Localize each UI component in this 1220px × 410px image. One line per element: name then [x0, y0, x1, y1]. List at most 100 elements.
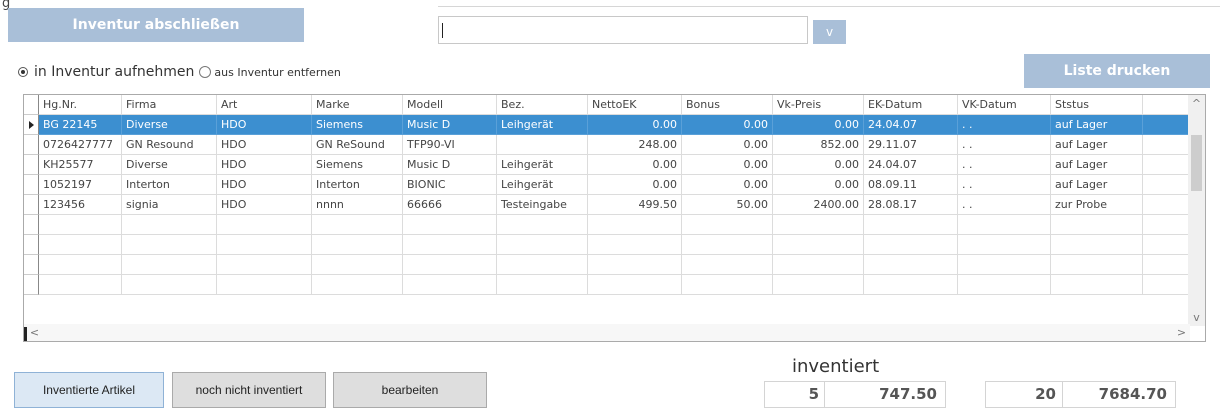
table-cell[interactable]: [773, 215, 864, 235]
table-cell[interactable]: Leihgerät: [497, 155, 588, 175]
table-cell[interactable]: 50.00: [682, 195, 773, 215]
horizontal-scroll-thumb[interactable]: [43, 328, 1153, 337]
horizontal-scrollbar[interactable]: < >: [24, 324, 1190, 341]
table-cell[interactable]: [122, 235, 217, 255]
table-cell[interactable]: 123456: [39, 195, 122, 215]
table-cell[interactable]: KH25577: [39, 155, 122, 175]
table-cell[interactable]: BG 22145: [39, 115, 122, 135]
table-cell[interactable]: GN ReSound: [312, 135, 403, 155]
table-cell[interactable]: TFP90-VI: [403, 135, 497, 155]
column-header[interactable]: Modell: [403, 95, 497, 115]
row-selector[interactable]: [24, 175, 39, 195]
column-header[interactable]: EK-Datum: [864, 95, 958, 115]
table-cell[interactable]: [217, 255, 312, 275]
table-cell[interactable]: . .: [958, 115, 1051, 135]
table-cell[interactable]: [39, 235, 122, 255]
selection-combo-input[interactable]: [438, 16, 808, 44]
table-cell[interactable]: [1051, 215, 1143, 235]
vertical-scroll-thumb[interactable]: [1191, 135, 1202, 191]
column-header[interactable]: Ststus: [1051, 95, 1143, 115]
table-cell[interactable]: Siemens: [312, 115, 403, 135]
table-cell[interactable]: 1052197: [39, 175, 122, 195]
table-cell[interactable]: . .: [958, 135, 1051, 155]
table-cell[interactable]: [122, 255, 217, 275]
table-cell[interactable]: [403, 275, 497, 295]
column-header[interactable]: Firma: [122, 95, 217, 115]
row-selector[interactable]: [24, 195, 39, 215]
table-cell[interactable]: auf Lager: [1051, 155, 1143, 175]
table-cell[interactable]: signia: [122, 195, 217, 215]
table-cell[interactable]: [682, 215, 773, 235]
table-cell[interactable]: [864, 275, 958, 295]
table-cell[interactable]: 499.50: [588, 195, 682, 215]
table-cell[interactable]: Leihgerät: [497, 115, 588, 135]
table-cell[interactable]: 248.00: [588, 135, 682, 155]
table-cell[interactable]: 0.00: [773, 175, 864, 195]
table-cell[interactable]: auf Lager: [1051, 115, 1143, 135]
column-header[interactable]: Vk-Preis: [773, 95, 864, 115]
table-cell[interactable]: [497, 215, 588, 235]
table-cell[interactable]: 0.00: [773, 155, 864, 175]
table-cell[interactable]: 66666: [403, 195, 497, 215]
table-cell[interactable]: [403, 255, 497, 275]
table-cell[interactable]: 24.04.07: [864, 115, 958, 135]
table-cell[interactable]: [773, 235, 864, 255]
table-cell[interactable]: 0.00: [588, 175, 682, 195]
column-header[interactable]: Hg.Nr.: [39, 95, 122, 115]
table-cell[interactable]: [588, 255, 682, 275]
table-cell[interactable]: 0.00: [588, 155, 682, 175]
table-cell[interactable]: 28.08.17: [864, 195, 958, 215]
table-cell[interactable]: [39, 275, 122, 295]
table-cell[interactable]: [497, 255, 588, 275]
row-selector[interactable]: [24, 255, 39, 275]
table-cell[interactable]: [312, 235, 403, 255]
table-cell[interactable]: [403, 215, 497, 235]
table-cell[interactable]: BIONIC: [403, 175, 497, 195]
table-cell[interactable]: [39, 255, 122, 275]
column-header[interactable]: Bonus: [682, 95, 773, 115]
table-cell[interactable]: [958, 235, 1051, 255]
table-cell[interactable]: [1051, 275, 1143, 295]
scroll-right-icon[interactable]: >: [1173, 324, 1190, 341]
row-selector[interactable]: [24, 135, 39, 155]
print-list-button[interactable]: Liste drucken: [1024, 54, 1210, 88]
vertical-scrollbar[interactable]: ^ v: [1188, 95, 1205, 326]
table-cell[interactable]: 0.00: [773, 115, 864, 135]
table-cell[interactable]: 24.04.07: [864, 155, 958, 175]
table-cell[interactable]: [403, 235, 497, 255]
table-cell[interactable]: [682, 255, 773, 275]
add-to-inventory-label[interactable]: in Inventur aufnehmen: [34, 64, 194, 80]
table-cell[interactable]: [773, 275, 864, 295]
table-cell[interactable]: HDO: [217, 135, 312, 155]
table-cell[interactable]: Siemens: [312, 155, 403, 175]
table-cell[interactable]: [864, 235, 958, 255]
table-cell[interactable]: auf Lager: [1051, 175, 1143, 195]
table-cell[interactable]: [122, 275, 217, 295]
table-cell[interactable]: Music D: [403, 155, 497, 175]
table-cell[interactable]: auf Lager: [1051, 135, 1143, 155]
table-cell[interactable]: [497, 135, 588, 155]
table-cell[interactable]: [312, 215, 403, 235]
scroll-down-icon[interactable]: v: [1188, 309, 1205, 326]
table-cell[interactable]: [958, 255, 1051, 275]
table-cell[interactable]: . .: [958, 155, 1051, 175]
table-cell[interactable]: 0.00: [682, 175, 773, 195]
column-header[interactable]: Bez.: [497, 95, 588, 115]
table-cell[interactable]: Diverse: [122, 155, 217, 175]
scroll-up-icon[interactable]: ^: [1188, 95, 1205, 112]
table-cell[interactable]: [217, 235, 312, 255]
table-cell[interactable]: [864, 255, 958, 275]
table-cell[interactable]: Interton: [312, 175, 403, 195]
table-cell[interactable]: 0.00: [682, 115, 773, 135]
add-to-inventory-radio[interactable]: [18, 67, 28, 77]
column-header[interactable]: Art: [217, 95, 312, 115]
table-cell[interactable]: 29.11.07: [864, 135, 958, 155]
table-cell[interactable]: HDO: [217, 195, 312, 215]
table-cell[interactable]: [958, 215, 1051, 235]
inventory-grid[interactable]: Hg.Nr. Firma Art Marke Modell Bez. NettoEK Bonu…: [23, 94, 1206, 342]
row-selector[interactable]: [24, 275, 39, 295]
table-cell[interactable]: 0.00: [682, 135, 773, 155]
table-cell[interactable]: Testeingabe: [497, 195, 588, 215]
not-inventoried-button[interactable]: noch nicht inventiert: [172, 372, 326, 408]
table-cell[interactable]: [588, 215, 682, 235]
